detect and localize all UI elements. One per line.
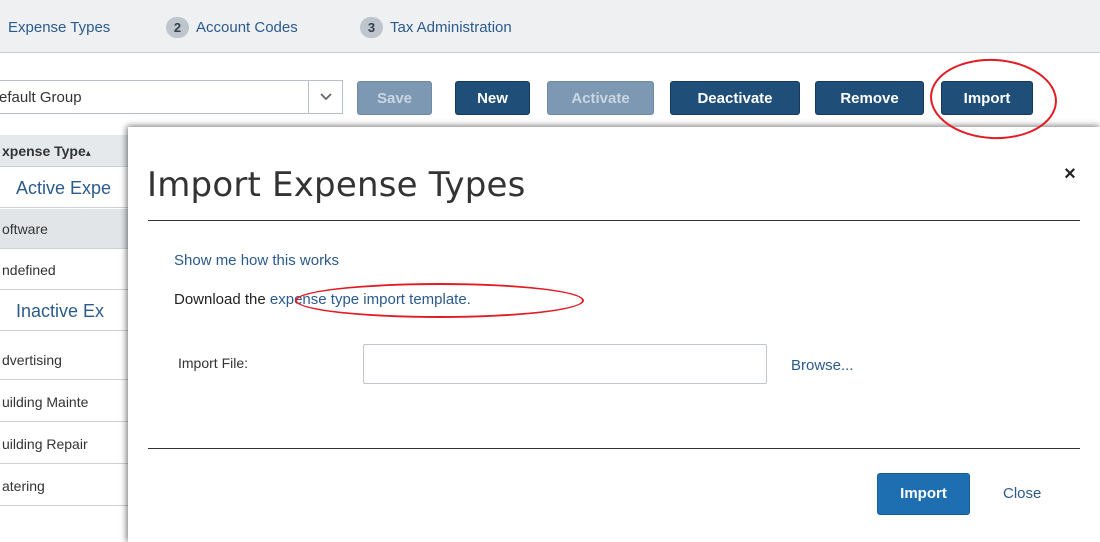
deactivate-button[interactable]: Deactivate [670, 81, 800, 115]
step-number: 2 [166, 16, 189, 38]
close-icon[interactable]: × [1060, 163, 1080, 186]
step-label: Account Codes [196, 18, 298, 36]
dialog-title: Import Expense Types [147, 165, 526, 205]
toolbar: efault Group Save New Activate Deactivat… [0, 53, 1100, 135]
list-item[interactable]: oftware [0, 209, 128, 249]
group-select[interactable]: efault Group [0, 80, 343, 114]
activate-button[interactable]: Activate [547, 81, 654, 115]
list-item[interactable]: uilding Repair [0, 424, 128, 464]
list-item[interactable]: uilding Mainte [0, 382, 128, 422]
help-link[interactable]: Show me how this works [174, 252, 339, 269]
download-prefix: Download the [174, 291, 270, 308]
chevron-down-icon[interactable] [308, 81, 342, 113]
step-number: 3 [360, 16, 383, 38]
step-account-codes[interactable]: 2 Account Codes [166, 16, 298, 38]
list-item[interactable]: ndefined [0, 250, 128, 290]
column-header-label: xpense Type [2, 143, 86, 159]
list-item[interactable]: dvertising [0, 340, 128, 380]
import-button[interactable]: Import [941, 81, 1033, 115]
dialog-close-link[interactable]: Close [1003, 485, 1041, 502]
new-button[interactable]: New [455, 81, 530, 115]
import-file-label: Import File: [178, 355, 249, 371]
expense-type-column-header[interactable]: xpense Type▴ [0, 135, 128, 167]
download-template-link[interactable]: expense type import template. [270, 291, 471, 308]
import-expense-types-dialog: Import Expense Types × Show me how this … [128, 127, 1100, 542]
step-tax-administration[interactable]: 3 Tax Administration [360, 16, 512, 38]
step-tabs: Expense Types 2 Account Codes 3 Tax Admi… [0, 0, 1100, 53]
inactive-section-header[interactable]: Inactive Ex [0, 291, 128, 331]
sort-ascending-icon: ▴ [85, 148, 91, 159]
list-item[interactable]: atering [0, 466, 128, 506]
import-file-input[interactable] [363, 344, 767, 384]
active-section-header[interactable]: Active Expe [0, 168, 128, 208]
divider [148, 220, 1080, 221]
group-select-value: efault Group [0, 89, 82, 106]
step-label: Expense Types [8, 18, 111, 36]
divider [148, 448, 1080, 449]
step-expense-types[interactable]: Expense Types [8, 17, 110, 37]
expense-config-page: Expense Types 2 Account Codes 3 Tax Admi… [0, 0, 1100, 542]
browse-link[interactable]: Browse... [791, 357, 854, 374]
save-button[interactable]: Save [357, 81, 432, 115]
download-template-line: Download the expense type import templat… [174, 291, 471, 308]
step-label: Tax Administration [390, 18, 512, 36]
dialog-import-button[interactable]: Import [877, 473, 970, 515]
remove-button[interactable]: Remove [815, 81, 924, 115]
expense-type-list: xpense Type▴ Active Expe oftware ndefine… [0, 135, 128, 542]
